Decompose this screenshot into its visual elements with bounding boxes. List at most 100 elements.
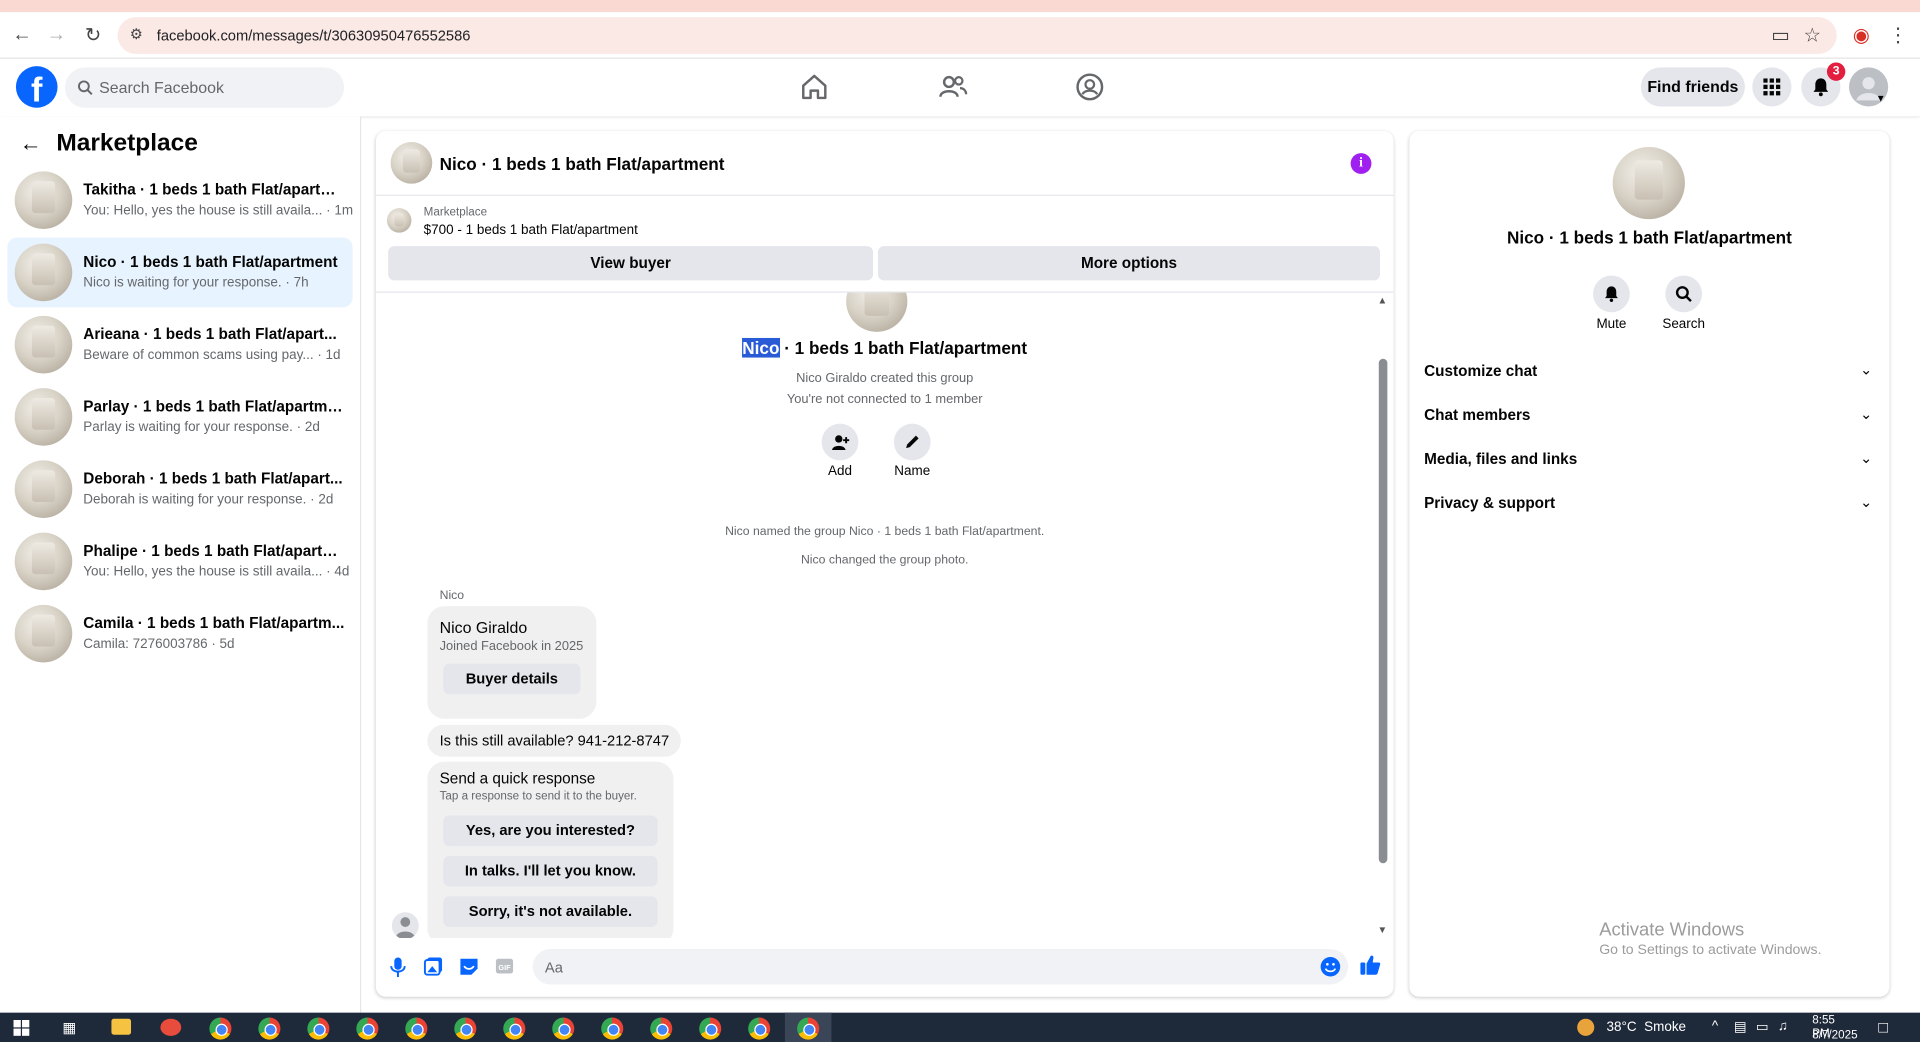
chat-panel: Nico · 1 beds 1 bath Flat/apartment i Ma… (375, 131, 1394, 997)
chat-scroll-thumb[interactable] (1378, 358, 1388, 864)
search-placeholder: Search Facebook (99, 78, 224, 97)
chrome-icon[interactable] (258, 1017, 281, 1040)
network-icon[interactable]: ▤ (1734, 1019, 1747, 1035)
quick-response-subtitle: Tap a response to send it to the buyer. (439, 789, 637, 804)
profile-icon[interactable]: ◉ (1844, 12, 1878, 59)
groups-icon[interactable] (1074, 71, 1106, 103)
conversation-preview: Camila: 7276003786 · 5d (83, 636, 235, 652)
scroll-down-icon[interactable]: ▼ (1378, 924, 1388, 935)
forward-icon[interactable]: → (39, 12, 73, 59)
microphone-icon[interactable] (389, 957, 406, 978)
mute-bell-icon[interactable] (1593, 275, 1630, 313)
find-friends-button[interactable]: Find friends (1640, 67, 1745, 107)
notification-center-icon[interactable]: □ (1878, 1018, 1888, 1036)
reload-icon[interactable]: ↻ (76, 12, 110, 59)
sticker-icon[interactable] (459, 956, 479, 976)
details-title: Nico · 1 beds 1 bath Flat/apartment (1506, 227, 1792, 248)
conversation-item[interactable]: Parlay · 1 beds 1 bath Flat/apartment Pa… (7, 382, 352, 452)
facebook-logo[interactable]: f (15, 66, 58, 109)
site-settings-icon[interactable]: ⚙ (130, 26, 143, 43)
weather-text[interactable]: 38°C Smoke (1607, 1020, 1687, 1035)
chrome-icon[interactable] (307, 1017, 330, 1040)
chrome-icon[interactable] (405, 1017, 428, 1040)
quick-response-not-available[interactable]: Sorry, it's not available. (443, 896, 658, 927)
install-icon[interactable]: ▭ (1763, 12, 1797, 59)
quick-response-yes[interactable]: Yes, are you interested? (443, 815, 658, 847)
chrome-icon[interactable] (356, 1017, 379, 1040)
details-group-photo[interactable] (1612, 146, 1685, 220)
home-icon[interactable] (798, 71, 830, 103)
listing-small-thumbnail (386, 208, 412, 233)
activate-windows-watermark: Activate Windows Go to Settings to activ… (1599, 920, 1821, 958)
conversation-item[interactable]: Takitha · 1 beds 1 bath Flat/apartm... Y… (7, 165, 353, 235)
weather-icon[interactable] (1577, 1018, 1595, 1036)
friends-icon[interactable] (937, 71, 969, 103)
info-icon[interactable]: i (1350, 153, 1372, 174)
chrome-icon[interactable] (454, 1017, 477, 1040)
edit-name-pencil-icon[interactable] (893, 423, 931, 461)
bookmark-star-icon[interactable]: ☆ (1795, 12, 1829, 59)
back-icon[interactable]: ← (5, 12, 39, 59)
menu-grid-icon[interactable] (1752, 67, 1792, 107)
conversation-preview: Beware of common scams using pay... · 1d (83, 347, 341, 363)
conversation-title: Takitha · 1 beds 1 bath Flat/apartm... (83, 181, 346, 199)
chrome-icon[interactable] (650, 1017, 673, 1040)
clock-date[interactable]: 8/7/2025 (1812, 1029, 1857, 1042)
quick-response-card: Send a quick response Tap a response to … (427, 761, 674, 938)
chrome-icon[interactable] (601, 1017, 624, 1040)
back-arrow-icon[interactable]: ← (20, 131, 42, 157)
chrome-icon[interactable] (552, 1017, 575, 1040)
more-options-button[interactable]: More options (877, 246, 1381, 281)
thumbs-up-icon[interactable] (1359, 954, 1381, 976)
chrome-icon[interactable] (209, 1017, 232, 1040)
tray-chevron-icon[interactable]: ^ (1712, 1019, 1718, 1034)
file-explorer-icon[interactable] (111, 1018, 132, 1035)
windows-start-icon[interactable] (13, 1020, 30, 1036)
url-field[interactable]: ⚙ facebook.com/messages/t/30630950476552… (117, 17, 1837, 54)
section-chat-members[interactable]: Chat members ⌄ (1424, 398, 1877, 435)
address-bar: ← → ↻ ⚙ facebook.com/messages/t/30630950… (0, 12, 1920, 59)
chrome-icon[interactable] (699, 1017, 722, 1040)
chat-details-panel: Nico · 1 beds 1 bath Flat/apartment Mute… (1409, 131, 1890, 997)
task-view-icon[interactable]: ▦ (62, 1019, 76, 1036)
account-chevron-icon[interactable]: ▼ (1876, 93, 1886, 104)
message-thread: Nico · 1 beds 1 bath Flat/apartment Nico… (376, 292, 1394, 938)
search-chat-icon[interactable] (1665, 275, 1703, 313)
sender-avatar[interactable] (391, 912, 419, 938)
conversation-item-active[interactable]: Nico · 1 beds 1 bath Flat/apartment Nico… (7, 237, 353, 308)
search-input[interactable]: Search Facebook (64, 67, 345, 108)
chevron-down-icon: ⌄ (1859, 493, 1873, 511)
emoji-icon[interactable] (1320, 956, 1341, 977)
app-icon[interactable] (160, 1018, 182, 1036)
section-media-files-links[interactable]: Media, files and links ⌄ (1424, 442, 1877, 479)
listing-thumbnail (14, 315, 73, 374)
conversation-item[interactable]: Deborah · 1 beds 1 bath Flat/apart... De… (7, 454, 352, 524)
add-person-icon[interactable] (821, 423, 859, 461)
gif-icon[interactable]: GIF (495, 956, 515, 976)
conversation-title: Arieana · 1 beds 1 bath Flat/apart... (83, 325, 337, 343)
display-icon[interactable]: ▭ (1756, 1019, 1769, 1035)
volume-icon[interactable]: ♫ (1778, 1019, 1788, 1034)
listing-description[interactable]: $700 - 1 beds 1 bath Flat/apartment (424, 223, 638, 238)
conversation-item[interactable]: Arieana · 1 beds 1 bath Flat/apart... Be… (7, 310, 352, 380)
chat-title[interactable]: Nico · 1 beds 1 bath Flat/apartment (440, 154, 725, 174)
search-icon (78, 80, 93, 95)
chrome-icon[interactable] (503, 1017, 526, 1040)
conversation-list: ← Marketplace Takitha · 1 beds 1 bath Fl… (0, 116, 362, 1013)
chrome-icon-active[interactable] (797, 1017, 820, 1040)
message-input[interactable]: Aa (532, 948, 1349, 985)
chrome-icon[interactable] (748, 1017, 771, 1040)
url-text: facebook.com/messages/t/3063095047655258… (156, 26, 471, 45)
browser-menu-icon[interactable]: ⋮ (1881, 12, 1915, 59)
conversation-item[interactable]: Phalipe · 1 beds 1 bath Flat/apartm... Y… (7, 527, 352, 597)
conversation-item[interactable]: Camila · 1 beds 1 bath Flat/apartm... Ca… (7, 599, 352, 669)
section-customize-chat[interactable]: Customize chat ⌄ (1424, 354, 1877, 391)
photo-icon[interactable] (423, 956, 444, 976)
chat-avatar[interactable] (390, 142, 433, 184)
scroll-up-icon[interactable]: ▲ (1378, 295, 1388, 306)
event-named-text: Nico named the group Nico · 1 beds 1 bat… (725, 525, 1045, 539)
buyer-details-button[interactable]: Buyer details (443, 663, 581, 695)
section-privacy-support[interactable]: Privacy & support ⌄ (1424, 486, 1877, 523)
quick-response-in-talks[interactable]: In talks. I'll let you know. (443, 855, 658, 887)
view-buyer-button[interactable]: View buyer (388, 246, 874, 281)
